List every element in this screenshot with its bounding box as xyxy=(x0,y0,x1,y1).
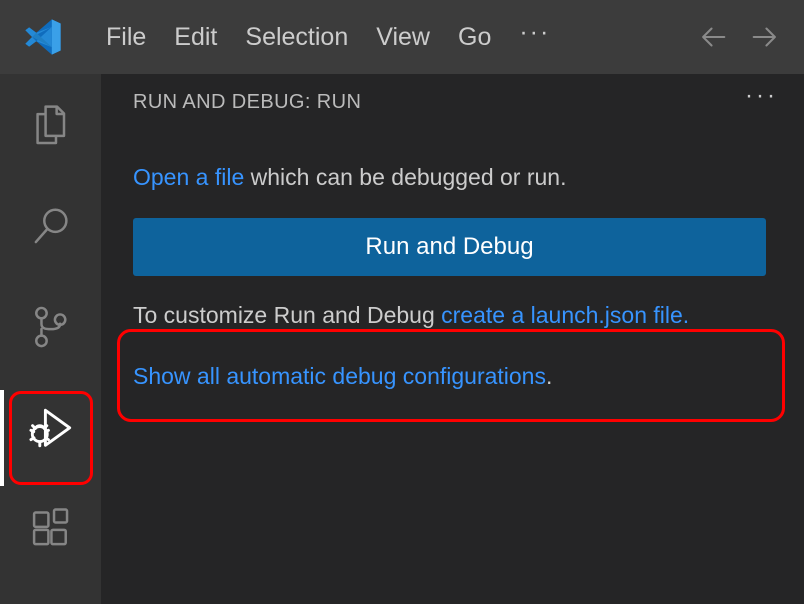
menu-item-go[interactable]: Go xyxy=(444,25,505,50)
menu-item-edit[interactable]: Edit xyxy=(160,25,231,50)
title-bar: File Edit Selection View Go ··· xyxy=(0,0,804,74)
run-and-debug-button[interactable]: Run and Debug xyxy=(133,218,766,276)
show-all-debug-configurations-link[interactable]: Show all automatic debug configurations xyxy=(133,363,546,389)
source-control-icon xyxy=(25,301,77,353)
customize-launch-json-text: To customize Run and Debug create a laun… xyxy=(133,299,773,332)
open-a-file-link[interactable]: Open a file xyxy=(133,164,244,190)
extensions-icon xyxy=(25,503,77,555)
navigation-arrows xyxy=(696,20,790,54)
sidebar-item-explorer[interactable] xyxy=(0,74,101,175)
search-icon xyxy=(25,200,77,252)
open-file-line: Open a file which can be debugged or run… xyxy=(133,130,784,194)
menu-item-more-icon[interactable]: ··· xyxy=(505,20,564,55)
menu-item-selection[interactable]: Selection xyxy=(231,25,362,50)
panel-title: RUN AND DEBUG: RUN xyxy=(133,91,739,114)
menu-item-file[interactable]: File xyxy=(92,25,160,50)
sidebar-item-run-and-debug[interactable] xyxy=(0,377,101,478)
panel-body: Open a file which can be debugged or run… xyxy=(101,130,804,604)
arrow-left-icon[interactable] xyxy=(696,20,730,54)
arrow-right-icon[interactable] xyxy=(748,20,782,54)
activity-bar xyxy=(0,74,101,604)
sidebar-item-source-control[interactable] xyxy=(0,276,101,377)
show-all-suffix-text: . xyxy=(546,363,552,389)
ellipsis-icon[interactable]: ··· xyxy=(739,90,784,114)
show-all-configurations-line: Show all automatic debug configurations. xyxy=(133,361,784,393)
sidebar-item-search[interactable] xyxy=(0,175,101,276)
sidebar-item-extensions[interactable] xyxy=(0,478,101,579)
panel-header: RUN AND DEBUG: RUN ··· xyxy=(101,74,804,130)
menu-bar: File Edit Selection View Go ··· xyxy=(92,0,696,74)
run-and-debug-icon xyxy=(23,400,79,456)
vscode-logo-icon xyxy=(22,16,64,58)
open-file-rest-text: which can be debugged or run. xyxy=(244,164,566,190)
files-icon xyxy=(25,99,77,151)
vscode-window: File Edit Selection View Go ··· xyxy=(0,0,804,604)
run-and-debug-sidebar: RUN AND DEBUG: RUN ··· Open a file which… xyxy=(101,74,804,604)
menu-item-view[interactable]: View xyxy=(362,25,444,50)
customize-suffix-text: . xyxy=(683,302,689,328)
customize-prefix-text: To customize Run and Debug xyxy=(133,302,441,328)
create-launch-json-link[interactable]: create a launch.json file xyxy=(441,302,683,328)
